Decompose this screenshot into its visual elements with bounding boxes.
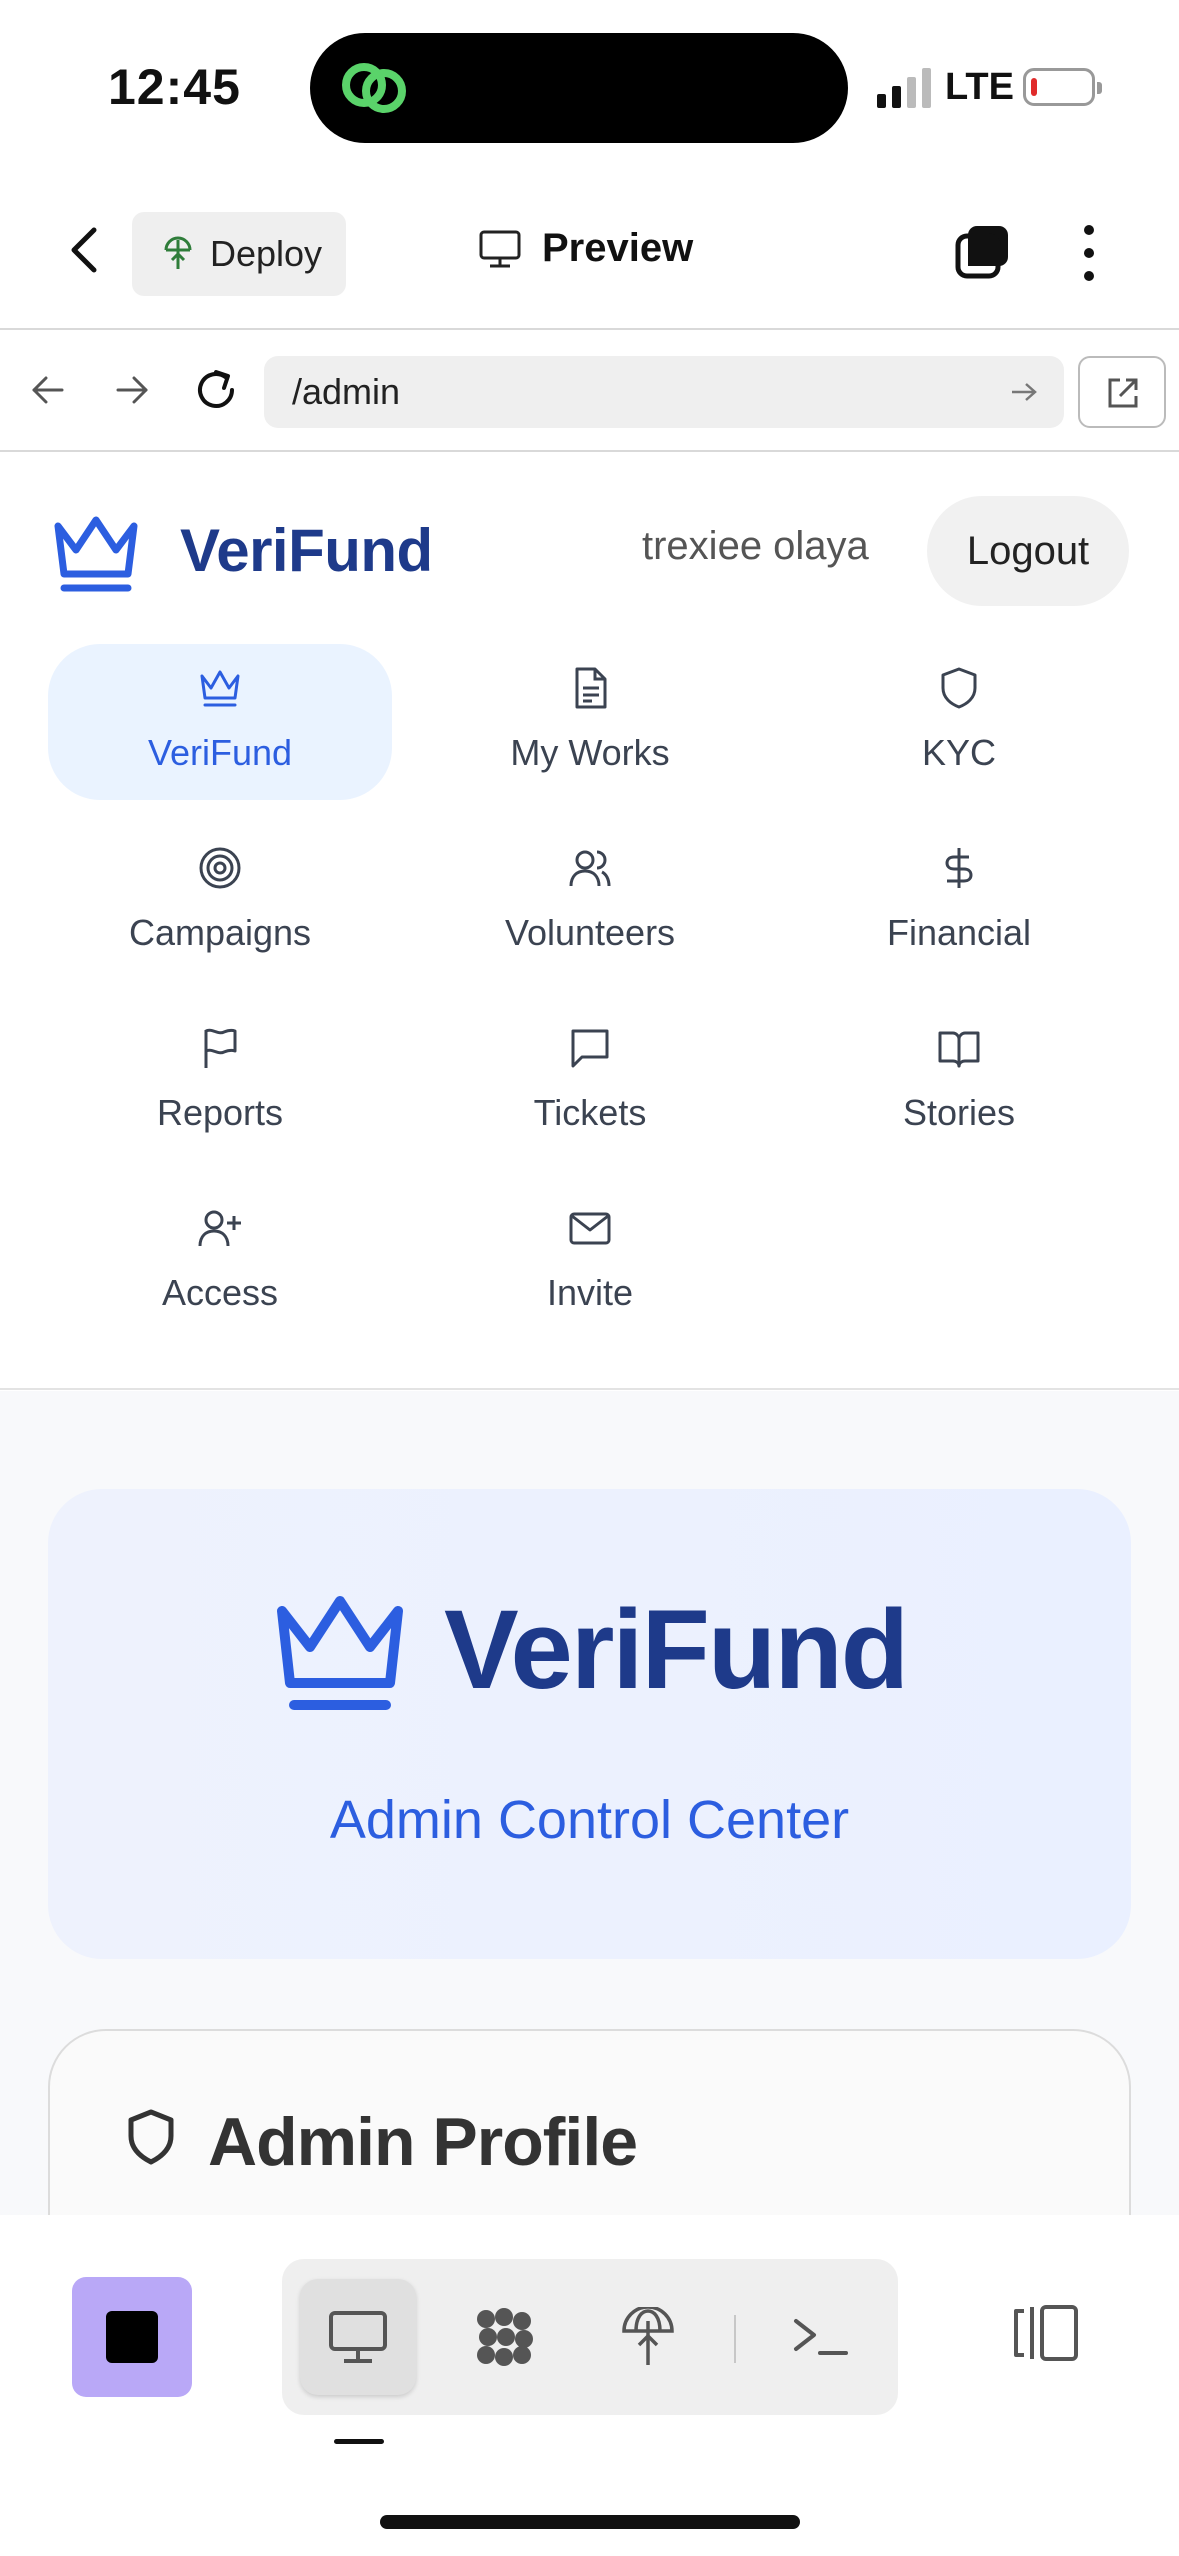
deploy-icon [622,2307,674,2365]
app-header: VeriFund trexiee olaya Logout VeriFund M… [0,454,1179,1390]
nav-forward-arrow-icon[interactable] [112,370,152,410]
dollar-icon [945,848,973,888]
document-icon [575,667,607,709]
deploy-button[interactable]: Deploy [132,212,346,296]
status-bar: 12:45 LTE [0,0,1179,170]
nav-item-label: Campaigns [128,912,312,953]
crown-logo-icon[interactable] [50,512,142,594]
nav-item-campaigns[interactable]: Campaigns [48,824,392,980]
brand-name[interactable]: VeriFund [180,516,433,585]
hero-title: VeriFund [444,1587,909,1712]
deploy-tool-button[interactable] [590,2279,706,2395]
network-type: LTE [945,66,1014,108]
nav-item-my-works[interactable]: My Works [418,644,762,800]
preview-tool-button[interactable] [300,2279,416,2395]
flag-icon [204,1028,237,1068]
battery-icon [1023,68,1102,106]
monitor-icon [329,2311,387,2363]
nav-item-kyc[interactable]: KYC [787,644,1131,800]
phone-screen: 12:45 LTE Deploy Preview /admin VeriFund… [0,0,1179,2556]
hero-card: VeriFund Admin Control Center [48,1489,1131,1959]
agent-tool-button[interactable] [446,2279,562,2395]
signal-icon [877,68,931,108]
nav-item-label: Invite [546,1272,634,1313]
back-chevron-icon[interactable] [60,222,110,278]
url-text: /admin [292,371,401,412]
open-external-button[interactable] [1078,356,1166,428]
agent-grid-icon [477,2308,533,2366]
nav-item-financial[interactable]: Financial [787,824,1131,980]
crown-logo-icon [277,1596,403,1710]
active-tool-indicator [334,2439,384,2444]
nav-back-arrow-icon[interactable] [28,370,68,410]
more-options-icon[interactable] [1074,222,1104,284]
nav-item-label: Stories [902,1092,1016,1133]
stop-icon [106,2311,158,2363]
view-tool-group [282,2259,898,2415]
nav-item-label: Tickets [533,1092,647,1133]
nav-item-tickets[interactable]: Tickets [418,1004,762,1160]
toolbar-separator [734,2315,736,2363]
tabs-icon[interactable] [952,222,1014,284]
bottom-toolbar [0,2215,1179,2556]
nav-item-stories[interactable]: Stories [787,1004,1131,1160]
status-time: 12:45 [108,59,241,115]
deploy-icon [164,236,192,269]
mail-icon [569,1212,611,1245]
url-input[interactable]: /admin [264,356,1064,428]
dynamic-island [310,33,848,143]
nav-item-verifund[interactable]: VeriFund [48,644,392,800]
nav-item-label: KYC [921,732,997,773]
admin-profile-card: Admin Profile [48,2029,1131,2215]
terminal-icon [794,2319,848,2355]
nav-item-label: Financial [886,912,1032,953]
target-icon [199,847,241,889]
monitor-icon [479,230,521,267]
reload-icon[interactable] [192,366,240,414]
message-icon [571,1029,609,1068]
username: trexiee olaya [642,524,869,568]
shield-icon [941,667,977,709]
stop-button[interactable] [72,2277,192,2397]
browser-url-bar: /admin [0,332,1179,452]
link-activity-icon [342,63,406,113]
main-content: VeriFund Admin Control Center Admin Prof… [0,1391,1179,2215]
hero-subtitle: Admin Control Center [329,1790,850,1850]
top-app-bar: Deploy Preview [0,170,1179,330]
split-view-icon[interactable] [1010,2301,1082,2365]
user-plus-icon [198,1210,241,1247]
shield-icon [128,2109,174,2165]
preview-title[interactable]: Preview [478,226,693,271]
nav-item-label: Volunteers [504,912,676,953]
nav-item-label: My Works [510,732,670,773]
nav-item-access[interactable]: Access [48,1184,392,1340]
users-icon [569,850,611,887]
nav-item-label: Access [161,1272,279,1313]
nav-item-label: VeriFund [147,732,293,773]
deploy-label: Deploy [210,233,323,274]
nav-item-label: Reports [156,1092,284,1133]
nav-item-volunteers[interactable]: Volunteers [418,824,762,980]
preview-label: Preview [542,226,694,270]
crown-icon [200,670,240,707]
nav-item-reports[interactable]: Reports [48,1004,392,1160]
nav-item-invite[interactable]: Invite [418,1184,762,1340]
home-indicator [380,2515,800,2529]
external-link-icon [1108,378,1138,408]
shell-tool-button[interactable] [762,2279,878,2395]
book-icon [938,1031,980,1068]
admin-profile-title: Admin Profile [208,2104,638,2180]
go-arrow-icon[interactable] [1010,380,1038,404]
logout-button[interactable]: Logout [927,496,1129,606]
